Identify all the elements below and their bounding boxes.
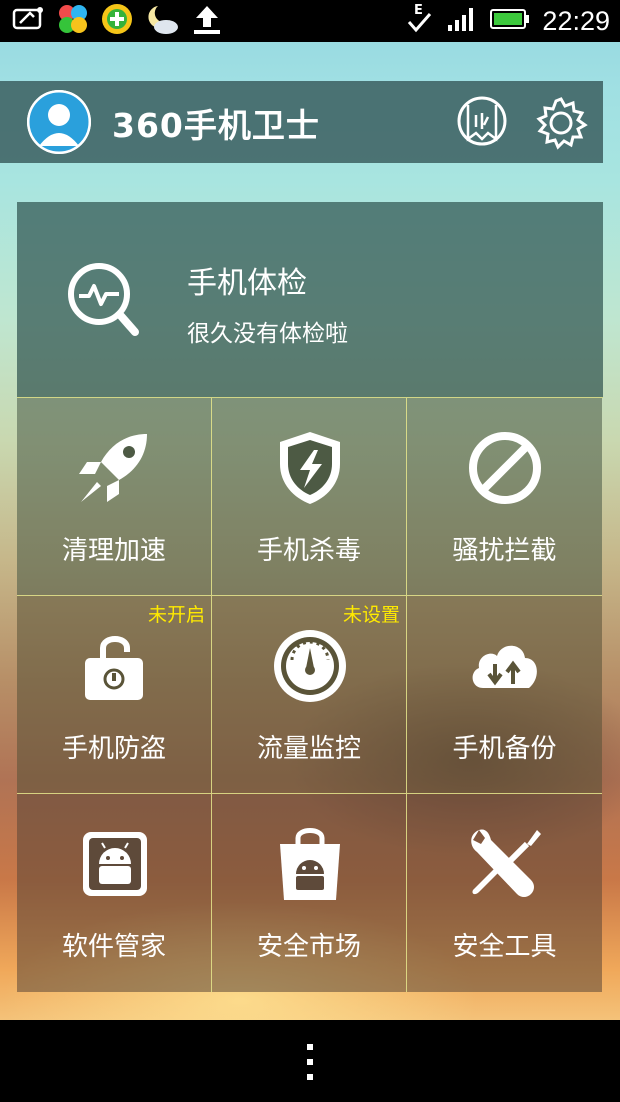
security-market-tile[interactable]: 安全市场 — [212, 794, 407, 992]
tile-label: 软件管家 — [61, 932, 166, 962]
tile-label: 安全市场 — [256, 932, 361, 962]
software-manager-tile[interactable]: 软件管家 — [17, 794, 212, 992]
checkup-title: 手机体检 — [187, 266, 307, 301]
feature-grid: 手机体检 很久没有体检啦 清理加速 手机杀毒 骚扰拦截 未开启 手机防盗 未设置… — [17, 202, 603, 992]
checkup-subtitle: 很久没有体检啦 — [187, 321, 348, 347]
app-title: 360手机卫士 — [112, 106, 320, 145]
shield-bolt-icon — [270, 428, 350, 508]
phone-checkup-tile[interactable]: 手机体检 很久没有体检啦 — [17, 202, 603, 398]
battery-icon — [490, 7, 530, 35]
overflow-menu-icon[interactable] — [305, 1042, 315, 1082]
clover-app-icon — [56, 2, 90, 40]
app-header: 360手机卫士 — [0, 81, 603, 163]
svg-text:E: E — [414, 3, 423, 18]
anti-theft-tile[interactable]: 未开启 手机防盗 — [17, 596, 212, 794]
upload-icon — [190, 2, 224, 40]
signal-icon — [446, 5, 478, 37]
checkup-magnifier-icon — [65, 260, 141, 340]
status-bar: E 22:29 — [0, 0, 620, 42]
clean-speedup-tile[interactable]: 清理加速 — [17, 398, 212, 596]
tile-label: 手机备份 — [452, 734, 557, 764]
security-tools-tile[interactable]: 安全工具 — [407, 794, 602, 992]
traffic-monitor-tile[interactable]: 未设置 流量监控 — [212, 596, 407, 794]
screen-capture-icon — [12, 6, 46, 36]
block-icon — [465, 428, 545, 508]
navigation-bar — [0, 1020, 620, 1102]
android-bag-icon — [270, 824, 350, 904]
tile-label: 流量监控 — [256, 734, 361, 764]
badge-icon[interactable] — [454, 95, 510, 151]
gauge-icon — [270, 626, 350, 706]
tile-label: 手机防盗 — [61, 734, 166, 764]
unlocked-padlock-icon — [75, 626, 155, 706]
network-e-icon: E — [406, 2, 434, 40]
status-time: 22:29 — [542, 5, 610, 36]
phone-backup-tile[interactable]: 手机备份 — [407, 596, 602, 794]
android-box-icon — [75, 824, 155, 904]
cloud-sync-icon — [465, 626, 545, 706]
rocket-icon — [75, 428, 155, 508]
weather-icon — [144, 2, 180, 40]
tile-label: 安全工具 — [452, 932, 557, 962]
status-tag: 未开启 — [147, 604, 205, 626]
tile-label: 手机杀毒 — [256, 536, 361, 566]
settings-gear-icon[interactable] — [533, 95, 589, 151]
add-app-icon — [100, 2, 134, 40]
avatar-icon[interactable] — [27, 90, 91, 154]
harassment-block-tile[interactable]: 骚扰拦截 — [407, 398, 602, 596]
tile-label: 骚扰拦截 — [452, 536, 557, 566]
wrench-screwdriver-icon — [465, 824, 545, 904]
status-tag: 未设置 — [342, 604, 400, 626]
tile-label: 清理加速 — [61, 536, 166, 566]
antivirus-tile[interactable]: 手机杀毒 — [212, 398, 407, 596]
